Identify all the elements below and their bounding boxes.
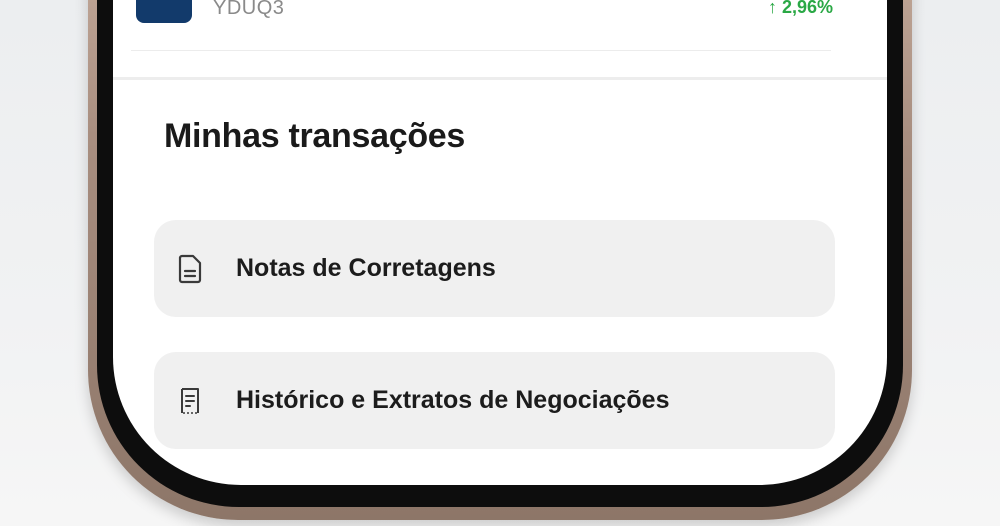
history-statements-button[interactable]: Histórico e Extratos de Negociações [154, 352, 835, 449]
stock-ticker: YDUQ3 [213, 0, 285, 19]
brokerage-notes-label: Notas de Corretagens [236, 254, 496, 282]
brokerage-notes-button[interactable]: Notas de Corretagens [154, 220, 835, 317]
phone-screen: YDUQ3 ↑ 2,96% Minhas transações Notas de… [113, 0, 887, 485]
section-title: Minhas transações [164, 117, 466, 155]
stock-change-percent: ↑ 2,96% [767, 0, 833, 17]
stock-logo [136, 0, 192, 23]
section-divider [113, 77, 887, 80]
document-icon [175, 254, 205, 284]
row-divider [131, 50, 831, 51]
receipt-icon [175, 386, 205, 416]
stock-list-item[interactable]: YDUQ3 ↑ 2,96% [113, 0, 887, 50]
history-statements-label: Histórico e Extratos de Negociações [236, 386, 670, 414]
